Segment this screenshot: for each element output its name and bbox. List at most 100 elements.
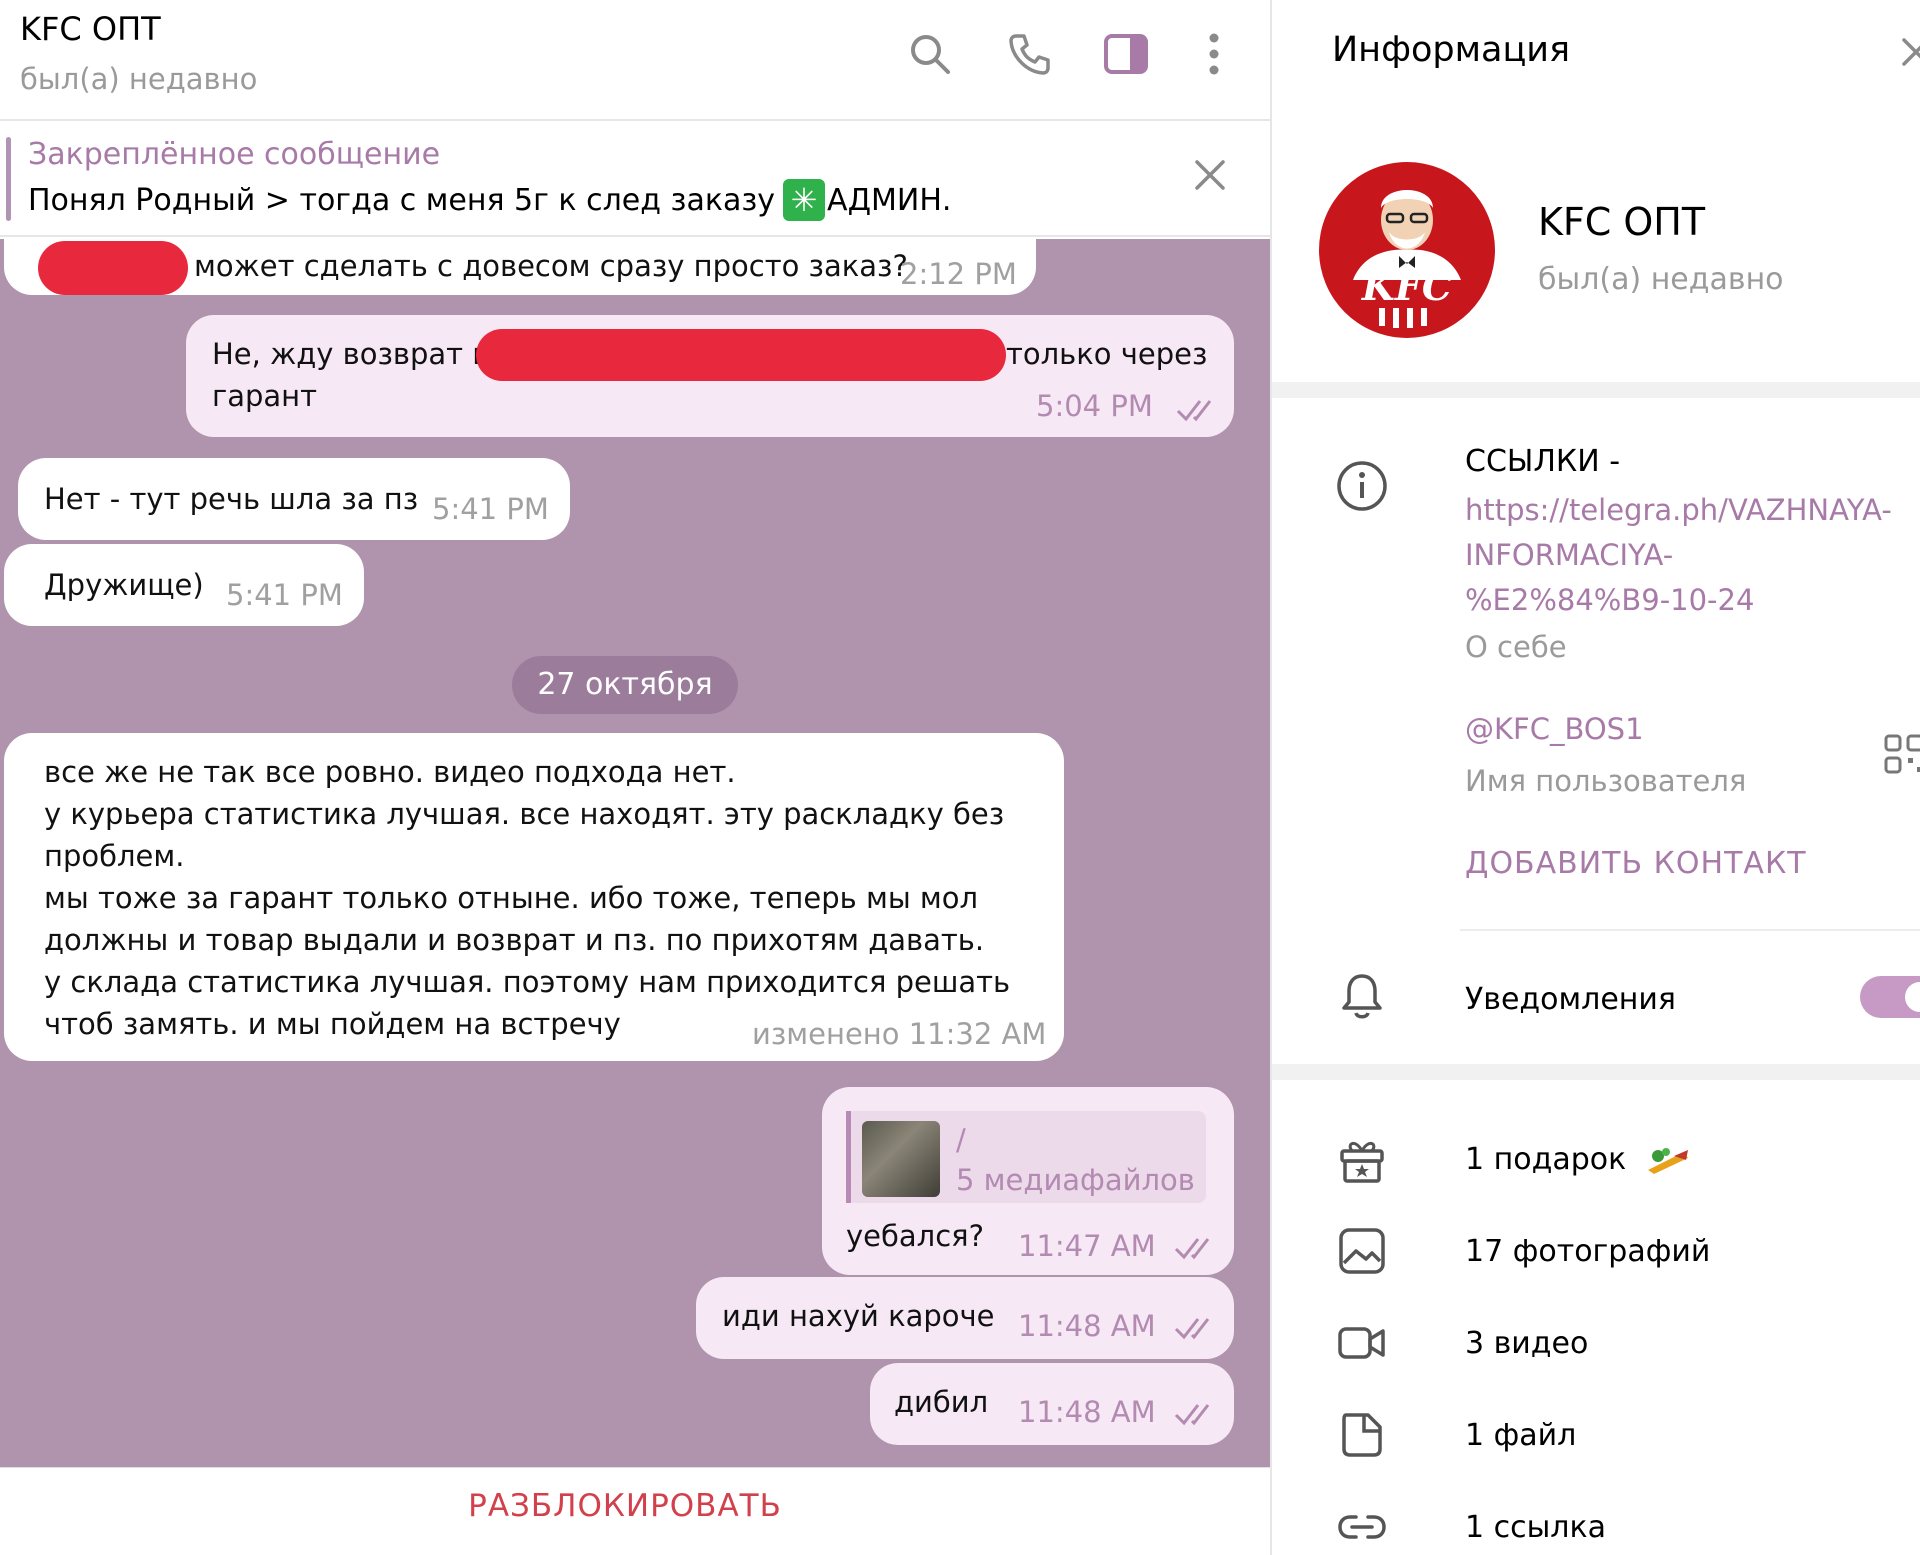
message-bubble-outgoing[interactable]: Не, жду возврат и только через гарант 5:…	[186, 315, 1234, 437]
read-receipt-icon	[1174, 1238, 1210, 1260]
file-icon	[1342, 1413, 1382, 1457]
info-title: Информация	[1332, 30, 1571, 70]
message-time: 11:47 AM	[1018, 1229, 1156, 1263]
message-text-line: должны и товар выдали и возврат и пз. по…	[44, 923, 985, 957]
message-text: дибил	[894, 1385, 989, 1419]
read-receipt-icon	[1176, 400, 1212, 422]
message-text: может сделать с довесом сразу просто зак…	[194, 249, 908, 283]
chat-pane: KFC ОПТ был(а) недавно Закреплённое сооб…	[0, 0, 1270, 1555]
message-text-line: все же не так все ровно. видео подхода н…	[44, 755, 736, 789]
profile-name: KFC ОПТ	[1538, 200, 1706, 244]
media-thumbnail[interactable]	[862, 1121, 940, 1197]
redaction-mark	[476, 329, 1006, 381]
close-icon[interactable]	[1900, 36, 1920, 68]
composer-bar: РАЗБЛОКИРОВАТЬ	[0, 1467, 1270, 1555]
message-list[interactable]: может сделать с довесом сразу просто зак…	[0, 239, 1270, 1467]
redaction-mark	[38, 241, 188, 295]
phone-icon[interactable]	[1006, 30, 1054, 78]
pinned-title: Закреплённое сообщение	[28, 137, 441, 172]
message-text: уебался?	[846, 1219, 984, 1253]
search-icon[interactable]	[906, 30, 954, 78]
message-text: иди нахуй кароче	[722, 1299, 995, 1333]
message-bubble-incoming[interactable]: все же не так все ровно. видео подхода н…	[4, 733, 1064, 1061]
message-text-end: только через	[1006, 337, 1208, 371]
pinned-text-tail: АДМИН.	[827, 182, 952, 218]
message-text-line: у курьера статистика лучшая. все находят…	[44, 797, 1005, 831]
date-separator: 27 октября	[512, 656, 738, 714]
close-pinned-icon[interactable]	[1193, 158, 1227, 192]
avatar-brand-text: KFC	[1361, 264, 1452, 309]
pinned-text-main: Понял Родный > тогда с меня 5г к след за…	[28, 182, 776, 218]
message-time: 11:48 AM	[1018, 1395, 1156, 1429]
photos-row[interactable]: 17 фотографий	[1465, 1234, 1710, 1269]
message-text: Дружище)	[44, 568, 204, 602]
message-bubble-incoming[interactable]: Дружище) 5:41 PM	[4, 544, 364, 626]
chat-title[interactable]: KFC ОПТ	[20, 10, 161, 48]
read-receipt-icon	[1174, 1404, 1210, 1426]
notifications-toggle[interactable]	[1860, 976, 1920, 1018]
reply-preview[interactable]: / 5 медиафайлов	[846, 1111, 1206, 1203]
chat-status: был(а) недавно	[20, 62, 258, 96]
notifications-label: Уведомления	[1465, 982, 1676, 1017]
message-bubble-outgoing[interactable]: / 5 медиафайлов уебался? 11:47 AM	[822, 1087, 1234, 1275]
chat-header[interactable]: KFC ОПТ был(а) недавно	[0, 0, 1270, 121]
bio-link[interactable]: https://telegra.ph/VAZHNAYA- INFORMACIYA…	[1465, 488, 1892, 623]
bio-links-label: ССЫЛКИ -	[1465, 444, 1621, 479]
divider	[1460, 929, 1920, 931]
message-time: 5:41 PM	[226, 578, 343, 612]
files-row[interactable]: 1 файл	[1465, 1418, 1576, 1453]
add-contact-button[interactable]: ДОБАВИТЬ КОНТАКТ	[1465, 846, 1807, 881]
bio-link-line: %E2%84%B9-10-24	[1465, 583, 1755, 617]
message-text-line: мы тоже за гарант только отныне. ибо тож…	[44, 881, 979, 915]
gift-sticker-icon	[1647, 1147, 1688, 1174]
message-text-line: проблем.	[44, 839, 185, 873]
links-row[interactable]: 1 ссылка	[1465, 1510, 1606, 1545]
reply-title: /	[956, 1123, 966, 1157]
info-icon	[1337, 461, 1387, 511]
video-icon	[1338, 1327, 1385, 1359]
message-time: 5:41 PM	[432, 492, 549, 526]
section-divider	[1272, 382, 1920, 398]
message-text: Нет - тут речь шла за пз	[44, 482, 419, 516]
pinned-text: Понял Родный > тогда с меня 5г к след за…	[28, 179, 951, 221]
profile-status: был(а) недавно	[1538, 262, 1784, 297]
telegram-window: KFC ОПТ был(а) недавно Закреплённое сооб…	[0, 0, 1920, 1555]
message-time-edited: изменено 11:32 AM	[752, 1017, 1047, 1051]
read-receipt-icon	[1174, 1318, 1210, 1340]
bell-icon	[1342, 974, 1382, 1019]
message-time: 2:12 PM	[900, 257, 1017, 291]
unblock-button[interactable]: РАЗБЛОКИРОВАТЬ	[0, 1488, 1250, 1524]
sidebar-toggle-icon[interactable]	[1102, 30, 1150, 78]
message-text-line: чтоб замять. и мы пойдем на встречу	[44, 1007, 621, 1041]
qr-code-icon[interactable]	[1884, 734, 1920, 774]
bio-link-line: https://telegra.ph/VAZHNAYA-	[1465, 493, 1892, 527]
gifts-label: 1 подарок	[1465, 1142, 1627, 1177]
videos-row[interactable]: 3 видео	[1465, 1326, 1588, 1361]
info-panel: Информация KFC KFC ОПТ был(а) недавно СС…	[1270, 0, 1920, 1555]
more-menu-icon[interactable]	[1190, 30, 1238, 78]
message-text-line2: гарант	[212, 379, 318, 413]
message-text-line: у склада статистика лучшая. поэтому нам …	[44, 965, 1011, 999]
bio-link-line: INFORMACIYA-	[1465, 538, 1674, 572]
pinned-message-bar[interactable]: Закреплённое сообщение Понял Родный > то…	[0, 123, 1270, 237]
message-text-start: Не, жду возврат и	[212, 337, 492, 371]
reply-subtitle: 5 медиафайлов	[956, 1163, 1195, 1197]
sparkle-emoji-icon: ✳	[783, 179, 826, 221]
pinned-accent-bar	[6, 137, 11, 221]
message-time: 11:48 AM	[1018, 1309, 1156, 1343]
message-bubble-incoming[interactable]: Нет - тут речь шла за пз 5:41 PM	[18, 458, 570, 540]
photo-icon	[1339, 1228, 1385, 1274]
avatar[interactable]: KFC	[1319, 162, 1495, 338]
username[interactable]: @KFC_BOS1	[1465, 712, 1644, 746]
link-icon	[1338, 1515, 1386, 1539]
about-label: О себе	[1465, 630, 1567, 664]
gifts-row[interactable]: 1 подарок	[1465, 1142, 1692, 1177]
username-label: Имя пользователя	[1465, 764, 1747, 798]
section-divider	[1272, 1064, 1920, 1080]
gift-icon	[1340, 1142, 1384, 1183]
toggle-knob	[1902, 979, 1920, 1015]
message-bubble-outgoing[interactable]: дибил 11:48 AM	[870, 1363, 1234, 1445]
message-bubble-outgoing[interactable]: иди нахуй кароче 11:48 AM	[696, 1277, 1234, 1359]
message-bubble-incoming[interactable]: может сделать с довесом сразу просто зак…	[4, 239, 1036, 295]
message-time: 5:04 PM	[1036, 389, 1153, 423]
